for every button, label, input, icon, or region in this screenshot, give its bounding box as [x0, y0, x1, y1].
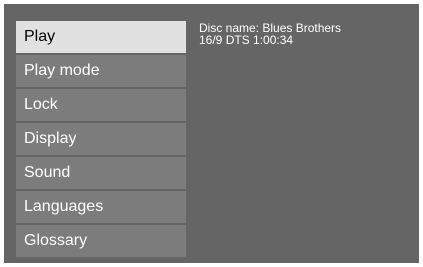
menu-item-languages[interactable]: Languages [16, 191, 186, 223]
disc-info-panel: Disc name: Blues Brothers 16/9 DTS 1:00:… [199, 22, 341, 46]
menu-item-lock[interactable]: Lock [16, 89, 186, 121]
menu-item-label: Languages [24, 198, 104, 215]
menu-item-label: Glossary [24, 232, 88, 249]
menu-item-label: Play mode [24, 62, 100, 79]
menu-item-display[interactable]: Display [16, 123, 186, 155]
menu-item-play-mode[interactable]: Play mode [16, 55, 186, 87]
menu-item-play[interactable]: Play [16, 21, 186, 53]
main-menu: Play Play mode Lock Display Sound Langua… [16, 21, 186, 259]
menu-item-label: Play [24, 28, 56, 45]
disc-details-text: 16/9 DTS 1:00:34 [199, 33, 294, 47]
menu-item-label: Lock [24, 96, 58, 113]
menu-item-label: Sound [24, 164, 71, 181]
menu-item-sound[interactable]: Sound [16, 157, 186, 189]
menu-item-glossary[interactable]: Glossary [16, 225, 186, 257]
osd-screen: Play Play mode Lock Display Sound Langua… [4, 4, 419, 263]
menu-item-label: Display [24, 130, 77, 147]
